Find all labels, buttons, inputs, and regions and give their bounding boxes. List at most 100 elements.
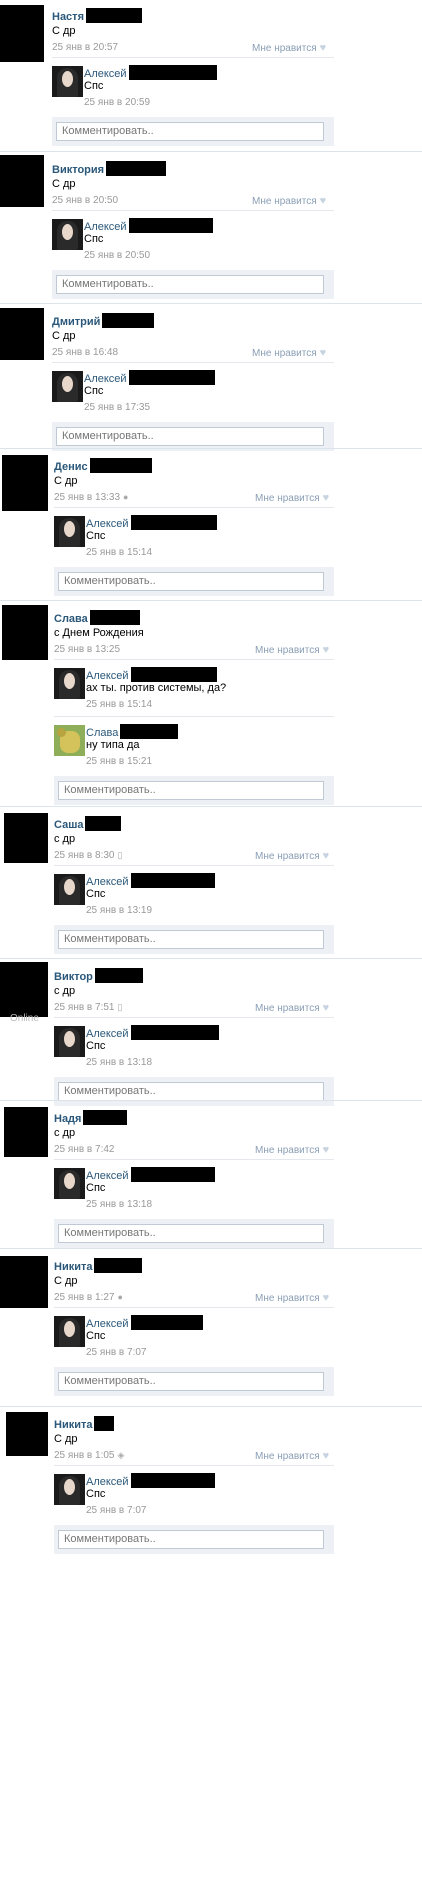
reply-author-name[interactable]: Алексей [84,373,127,385]
reply-timestamp[interactable]: 25 янв в 20:59 [84,97,150,108]
like-button[interactable]: Мне нравится ♥ [252,195,326,207]
like-button[interactable]: Мне нравится ♥ [255,1292,329,1304]
reply-author-name[interactable]: Слава [86,727,118,739]
author-avatar[interactable] [0,308,44,360]
comment-input[interactable]: Комментировать.. [58,1530,324,1549]
reply-avatar[interactable] [54,725,85,756]
redacted-surname [128,218,213,233]
reply-avatar[interactable] [54,1474,85,1505]
comment-input[interactable]: Комментировать.. [58,1224,324,1243]
reply-timestamp[interactable]: 25 янв в 15:14 [86,547,152,558]
post-timestamp[interactable]: 25 янв в 7:51 [54,1002,114,1013]
post-timestamp[interactable]: 25 янв в 20:50 [52,195,118,206]
reply-avatar[interactable] [54,1316,85,1347]
author-name[interactable]: Саша [54,819,83,831]
author-name[interactable]: Настя [52,11,84,23]
reply-avatar[interactable] [54,516,85,547]
post-timestamp[interactable]: 25 янв в 1:27 [54,1292,114,1303]
comment-input[interactable]: Комментировать.. [56,122,324,141]
comment-input[interactable]: Комментировать.. [56,275,324,294]
reply-author-name[interactable]: Алексей [86,1476,129,1488]
author-avatar[interactable] [4,1107,48,1157]
reply-author-name[interactable]: Алексей [86,670,129,682]
comment-input[interactable]: Комментировать.. [58,572,324,591]
reply-author-name[interactable]: Алексей [86,1170,129,1182]
post-timestamp[interactable]: 25 янв в 1:05 [54,1450,114,1461]
author-name[interactable]: Виктор [54,971,93,983]
author-name[interactable]: Слава [54,613,88,625]
reply-text: Спс [86,1040,106,1052]
post-timestamp[interactable]: 25 янв в 13:33 [54,492,120,503]
author-name[interactable]: Никита [54,1419,92,1431]
author-avatar[interactable] [2,455,48,511]
reply-author-name[interactable]: Алексей [84,221,127,233]
comment-input[interactable]: Комментировать.. [58,1372,324,1391]
redacted-surname [83,1110,128,1125]
reply-timestamp[interactable]: 25 янв в 15:14 [86,699,152,710]
like-label: Мне нравится [255,1293,320,1304]
author-name[interactable]: Никита [54,1261,92,1273]
author-name[interactable]: Дмитрий [52,316,100,328]
reply-author-name[interactable]: Алексей [86,1028,129,1040]
reply-avatar[interactable] [54,874,85,905]
author-avatar[interactable] [0,1256,48,1308]
like-button[interactable]: Мне нравится ♥ [252,42,326,54]
comment-input[interactable]: Комментировать.. [58,781,324,800]
reply-avatar[interactable] [52,371,83,402]
post-separator [0,151,422,152]
reply-timestamp[interactable]: 25 янв в 17:35 [84,402,150,413]
post-timestamp[interactable]: 25 янв в 8:30 [54,850,114,861]
comment-input[interactable]: Комментировать.. [58,1082,324,1101]
reply-avatar[interactable] [52,219,83,250]
reply-timestamp[interactable]: 25 янв в 20:50 [84,250,150,261]
author-avatar[interactable] [6,1412,48,1456]
reply-text: Спс [84,385,104,397]
post-timestamp[interactable]: 25 янв в 20:57 [52,42,118,53]
reply-avatar[interactable] [52,66,83,97]
reply-timestamp[interactable]: 25 янв в 13:18 [86,1199,152,1210]
post-timestamp[interactable]: 25 янв в 7:42 [54,1144,114,1155]
reply-timestamp[interactable]: 25 янв в 7:07 [86,1505,146,1516]
reply-timestamp[interactable]: 25 янв в 13:19 [86,905,152,916]
reply-author-row: Алексей [86,515,217,530]
author-avatar[interactable] [0,5,44,62]
like-button[interactable]: Мне нравится ♥ [255,644,329,656]
author-avatar[interactable] [0,962,48,1017]
author-avatar[interactable] [2,605,48,660]
reply-text: ах ты. против системы, да? [86,682,227,694]
reply-divider [54,1159,334,1160]
author-name-row: Виктор [54,968,143,983]
reply-timestamp[interactable]: 25 янв в 15:21 [86,756,152,767]
author-name[interactable]: Виктория [52,164,104,176]
reply-timestamp[interactable]: 25 янв в 7:07 [86,1347,146,1358]
author-name[interactable]: Надя [54,1113,81,1125]
comment-input[interactable]: Комментировать.. [56,427,324,446]
like-button[interactable]: Мне нравится ♥ [255,850,329,862]
reply-timestamp[interactable]: 25 янв в 13:18 [86,1057,152,1068]
author-name[interactable]: Денис [54,461,88,473]
heart-icon: ♥ [319,42,327,54]
reply-author-name[interactable]: Алексей [86,518,129,530]
redacted-surname [130,1167,215,1182]
post-timestamp-row: 25 янв в 1:05 ◈ [54,1450,124,1461]
like-button[interactable]: Мне нравится ♥ [255,492,329,504]
like-button[interactable]: Мне нравится ♥ [255,1450,329,1462]
like-button[interactable]: Мне нравится ♥ [255,1002,329,1014]
reply-author-name[interactable]: Алексей [84,68,127,80]
like-label: Мне нравится [255,493,320,504]
like-button[interactable]: Мне нравится ♥ [255,1144,329,1156]
reply-avatar[interactable] [54,1168,85,1199]
reply-author-name[interactable]: Алексей [86,1318,129,1330]
reply-avatar[interactable] [54,1026,85,1057]
like-button[interactable]: Мне нравится ♥ [252,347,326,359]
like-label: Мне нравится [255,1451,320,1462]
post-timestamp[interactable]: 25 янв в 16:48 [52,347,118,358]
author-avatar[interactable] [4,813,48,863]
author-avatar[interactable] [0,155,44,207]
post-timestamp[interactable]: 25 янв в 13:25 [54,644,120,655]
reply-author-name[interactable]: Алексей [86,876,129,888]
reply-avatar[interactable] [54,668,85,699]
post-timestamp-row: 25 янв в 13:33 ● [54,492,128,503]
comment-input[interactable]: Комментировать.. [58,930,324,949]
phone-icon: ▯ [117,850,123,860]
